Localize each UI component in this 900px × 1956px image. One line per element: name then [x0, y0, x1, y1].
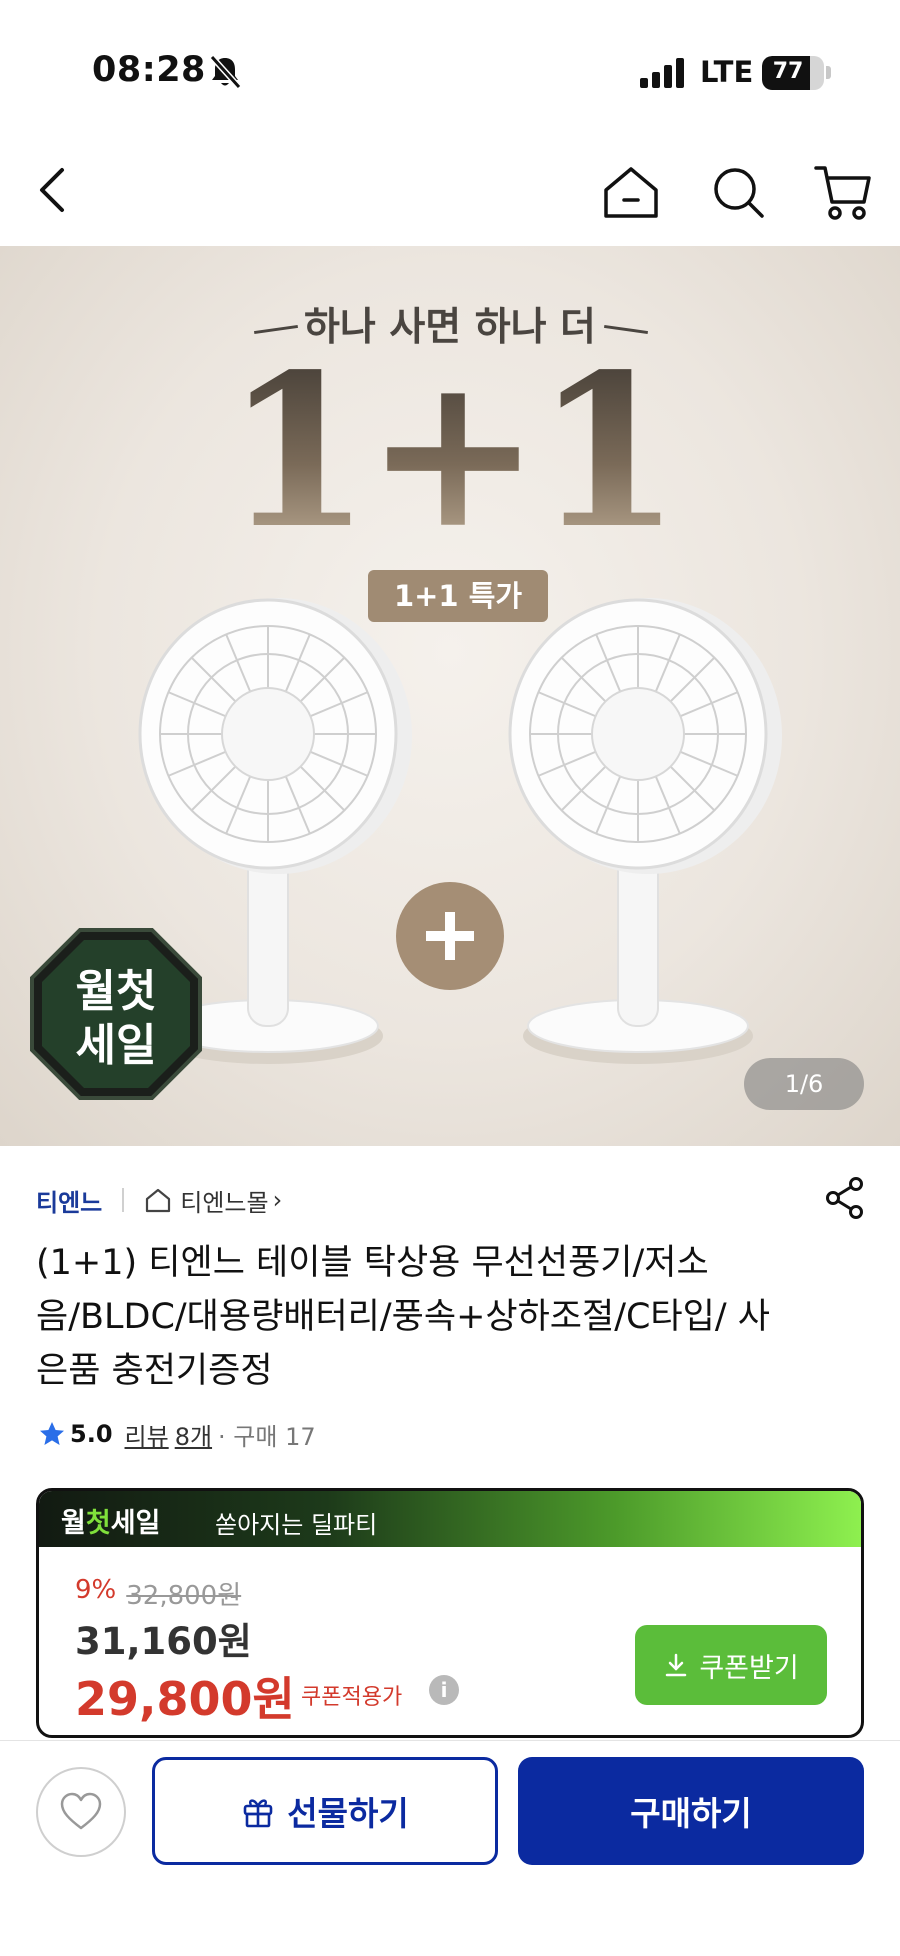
- sale-price: 31,160원: [75, 1620, 252, 1663]
- page-indicator: 1/6: [744, 1058, 864, 1110]
- gift-icon: [243, 1799, 273, 1828]
- cart-icon[interactable]: [812, 160, 874, 224]
- heart-icon: [60, 1792, 102, 1830]
- sale-badge: 월첫 세일: [30, 928, 202, 1100]
- gift-button[interactable]: 선물하기: [152, 1757, 498, 1865]
- badge-line1: 월첫: [76, 966, 157, 1017]
- review-count[interactable]: 8개: [175, 1417, 212, 1452]
- bottom-action-bar: 선물하기 구매하기: [0, 1740, 900, 1956]
- download-icon: [666, 1653, 687, 1677]
- chevron-right-icon: ›: [272, 1186, 283, 1214]
- badge-line2: 세일: [76, 1020, 157, 1071]
- wishlist-button[interactable]: [36, 1767, 126, 1857]
- status-bar: 08:28 LTE 77: [0, 0, 900, 150]
- original-price: 32,800원: [126, 1581, 242, 1611]
- purchase-count: · 구매 17: [218, 1422, 316, 1451]
- promo-logo: 월첫세일: [61, 1501, 160, 1540]
- coupon-price-label: 쿠폰적용가: [301, 1685, 403, 1710]
- info-icon[interactable]: i: [429, 1675, 459, 1705]
- discount-rate: 9%: [75, 1575, 117, 1605]
- network-label: LTE: [700, 55, 754, 89]
- search-icon[interactable]: [708, 162, 770, 224]
- fan-image: [508, 598, 782, 1064]
- discount-row: 9% 32,800원: [75, 1575, 241, 1612]
- get-coupon-label: 쿠폰받기: [699, 1652, 799, 1684]
- product-image-carousel[interactable]: 하나 사면 하나 더 1+1 1+1 특가: [0, 246, 900, 1146]
- star-icon: [40, 1422, 64, 1445]
- buy-button[interactable]: 구매하기: [518, 1757, 864, 1865]
- review-link[interactable]: 리뷰: [125, 1417, 169, 1452]
- hero-headline: 1+1: [0, 328, 900, 575]
- gift-label: 선물하기: [287, 1794, 409, 1833]
- promo-text: 쏟아지는 딜파티: [215, 1511, 378, 1539]
- share-icon[interactable]: [824, 1176, 866, 1220]
- store-link[interactable]: 티엔느몰: [180, 1183, 268, 1218]
- plus-icon: [396, 882, 504, 990]
- promo-banner[interactable]: 월첫세일 쏟아지는 딜파티: [39, 1491, 861, 1547]
- chevron-left-icon[interactable]: [30, 160, 80, 220]
- promo-logo-a: 월: [61, 1508, 86, 1539]
- store-home-icon: [146, 1188, 171, 1213]
- signal-icon: [640, 58, 684, 88]
- brand-link[interactable]: 티엔느: [36, 1183, 102, 1218]
- rating-value: 5.0: [70, 1420, 113, 1448]
- price-box: 월첫세일 쏟아지는 딜파티 9% 32,800원 31,160원 29,800원…: [36, 1488, 864, 1738]
- rating-row: 5.0 리뷰 8개 · 구매 17: [38, 1416, 316, 1452]
- bell-muted-icon: [209, 54, 242, 90]
- battery-level: 77: [772, 59, 804, 84]
- battery-icon: 77: [762, 56, 824, 90]
- status-time: 08:28: [92, 50, 206, 90]
- seller-row: 티엔느 티엔느몰 ›: [36, 1180, 282, 1220]
- coupon-price: 29,800원: [75, 1672, 295, 1726]
- home-icon[interactable]: [600, 162, 662, 224]
- divider: [122, 1188, 125, 1212]
- battery-tip: [826, 66, 831, 79]
- product-title: (1+1) 티엔느 테이블 탁상용 무선선풍기/저소음/BLDC/대용량배터리/…: [36, 1243, 770, 1391]
- promo-logo-b: 첫: [85, 1508, 111, 1539]
- promo-logo-c: 세일: [110, 1508, 161, 1539]
- get-coupon-button[interactable]: 쿠폰받기: [635, 1625, 827, 1705]
